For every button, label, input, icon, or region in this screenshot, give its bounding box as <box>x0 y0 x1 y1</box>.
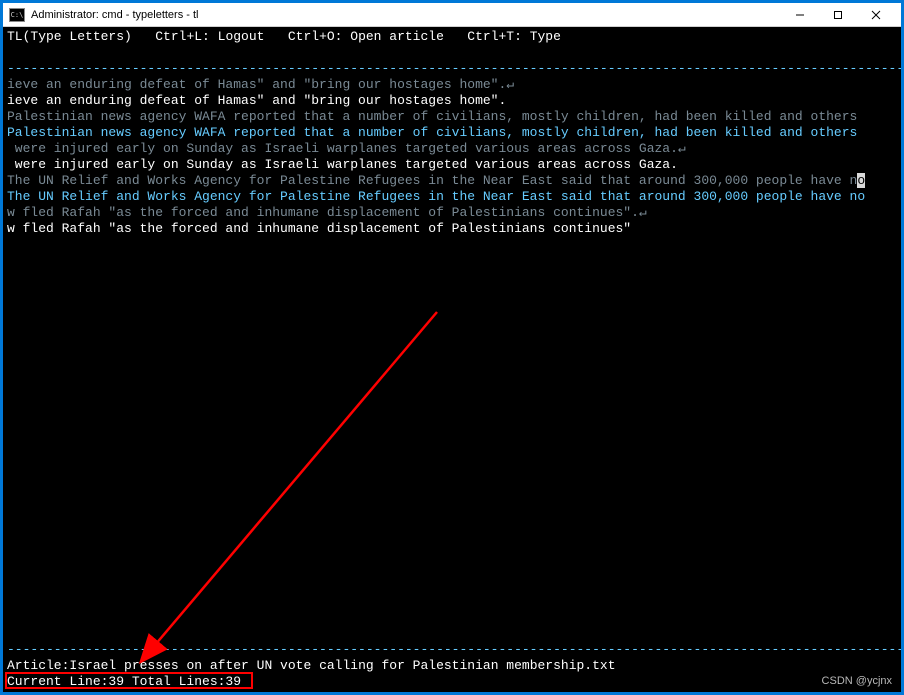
app-name: TL(Type Letters) <box>7 29 132 44</box>
minimize-button[interactable] <box>781 4 819 26</box>
shortcut-open: Ctrl+O: Open article <box>288 29 444 44</box>
text-line-3-source: were injured early on Sunday as Israeli … <box>7 141 686 156</box>
divider-top: ----------------------------------------… <box>7 61 901 76</box>
text-line-5-source: w fled Rafah "as the forced and inhumane… <box>7 205 647 220</box>
cmd-icon-text: C:\ <box>11 11 24 19</box>
watermark: CSDN @ycjnx <box>822 675 892 687</box>
status-area: ----------------------------------------… <box>7 642 897 690</box>
text-line-1-source: ieve an enduring defeat of Hamas" and "b… <box>7 77 514 92</box>
shortcut-logout: Ctrl+L: Logout <box>155 29 264 44</box>
shortcut-type: Ctrl+T: Type <box>467 29 561 44</box>
maximize-button[interactable] <box>819 4 857 26</box>
article-line: Article:Israel presses on after UN vote … <box>7 658 616 673</box>
text-line-2-source: Palestinian news agency WAFA reported th… <box>7 109 857 124</box>
text-line-2-typed: Palestinian news agency WAFA reported th… <box>7 125 857 140</box>
titlebar[interactable]: C:\ Administrator: cmd - typeletters - t… <box>3 3 901 27</box>
window: C:\ Administrator: cmd - typeletters - t… <box>3 3 901 692</box>
close-button[interactable] <box>857 4 895 26</box>
menu-bar: TL(Type Letters) Ctrl+L: Logout Ctrl+O: … <box>7 29 561 44</box>
terminal-area[interactable]: TL(Type Letters) Ctrl+L: Logout Ctrl+O: … <box>3 27 901 692</box>
article-label: Article: <box>7 658 69 673</box>
cmd-icon: C:\ <box>9 8 25 22</box>
line-info: Current Line:39 Total Lines:39 <box>7 674 241 689</box>
cursor-block: o <box>857 173 865 188</box>
window-controls <box>781 4 895 26</box>
text-line-4-typed: The UN Relief and Works Agency for Pales… <box>7 189 865 204</box>
text-line-5-typed: w fled Rafah "as the forced and inhumane… <box>7 221 631 236</box>
window-title: Administrator: cmd - typeletters - tl <box>31 9 781 21</box>
text-line-4a: The UN Relief and Works Agency for Pales… <box>7 173 857 188</box>
text-line-4-source: The UN Relief and Works Agency for Pales… <box>7 173 865 188</box>
text-line-3-typed: were injured early on Sunday as Israeli … <box>7 157 678 172</box>
text-line-1-typed: ieve an enduring defeat of Hamas" and "b… <box>7 93 506 108</box>
article-filename: Israel presses on after UN vote calling … <box>69 658 615 673</box>
divider-bottom: ----------------------------------------… <box>7 642 901 657</box>
